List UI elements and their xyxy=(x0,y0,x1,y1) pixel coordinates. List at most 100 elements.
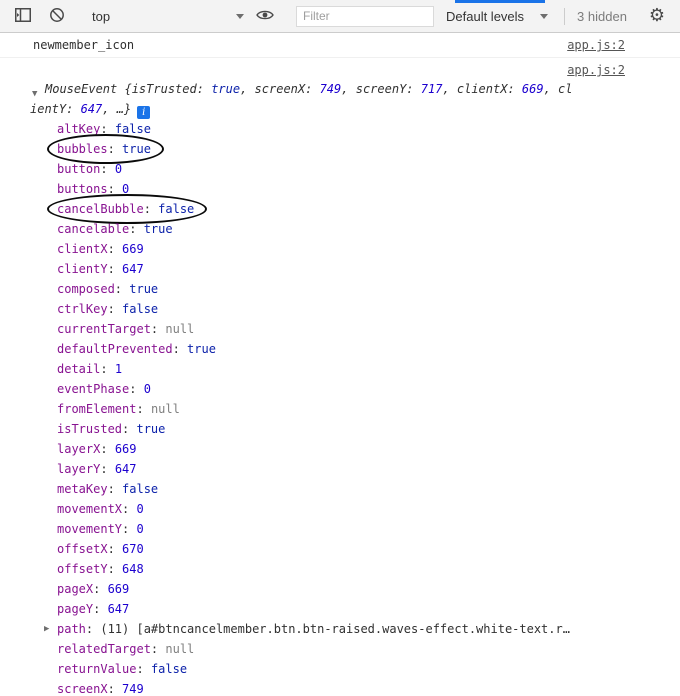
expand-arrow-icon[interactable]: ▶ xyxy=(44,619,49,639)
clear-console-button[interactable] xyxy=(44,3,70,29)
property-separator: : xyxy=(93,582,108,596)
preview-text-part: , cl xyxy=(543,82,573,96)
property-pair: cancelable: true xyxy=(57,219,173,239)
property-value: 669 xyxy=(107,582,130,596)
property-row: ctrlKey: false xyxy=(0,299,680,319)
property-row: bubbles: true xyxy=(0,134,680,164)
settings-gear-button[interactable]: ⚙ xyxy=(644,3,670,29)
preview-parts-line-2: ientY: 647, …} xyxy=(30,102,131,116)
property-name: metaKey xyxy=(57,482,108,496)
property-row: cancelBubble: false xyxy=(0,194,680,224)
property-row: offsetY: 648 xyxy=(0,559,680,579)
property-value: null xyxy=(165,322,195,336)
property-value: true xyxy=(136,422,166,436)
property-row: pageX: 669 xyxy=(0,579,680,599)
property-separator: : xyxy=(107,562,123,576)
console-object-entry: app.js:2 ▼ MouseEvent {isTrusted: true, … xyxy=(0,58,680,696)
property-pair: layerX: 669 xyxy=(57,439,137,459)
property-row: cancelable: true xyxy=(0,219,680,239)
preview-text-part: 647 xyxy=(80,102,103,116)
property-name: screenX xyxy=(57,682,108,696)
property-value: 0 xyxy=(136,502,144,516)
property-value: 647 xyxy=(114,462,137,476)
object-preview-line-2: ientY: 647, …} i xyxy=(0,99,680,119)
property-separator: : xyxy=(107,682,123,696)
property-separator: : xyxy=(114,282,130,296)
context-selector-dropdown[interactable]: top xyxy=(88,4,248,28)
property-value: 0 xyxy=(122,182,130,196)
property-row: altKey: false xyxy=(0,119,680,139)
property-name: defaultPrevented xyxy=(57,342,173,356)
property-separator: : xyxy=(100,442,115,456)
eye-icon xyxy=(256,9,274,24)
property-name: cancelable xyxy=(57,222,130,236)
property-pair: buttons: 0 xyxy=(57,179,129,199)
property-value: 647 xyxy=(107,602,130,616)
property-name: buttons xyxy=(57,182,108,196)
property-value: 669 xyxy=(114,442,137,456)
create-live-expression-button[interactable] xyxy=(252,3,278,29)
filter-input[interactable] xyxy=(296,5,434,27)
source-link[interactable]: app.js:2 xyxy=(567,36,625,54)
property-pair: altKey: false xyxy=(57,119,151,139)
property-row: layerX: 669 xyxy=(0,439,680,459)
log-message-text: newmember_icon xyxy=(33,38,135,52)
property-list: altKey: false bubbles: true button: 0 bu… xyxy=(0,119,680,696)
property-pair: clientY: 647 xyxy=(57,259,144,279)
preview-text-part: {isTrusted: xyxy=(124,82,212,96)
property-separator: : xyxy=(107,182,123,196)
preview-text-part: ientY: xyxy=(30,102,81,116)
property-name: clientX xyxy=(57,242,108,256)
console-sidebar-button[interactable] xyxy=(10,3,36,29)
property-name: detail xyxy=(57,362,101,376)
property-row: clientX: 669 xyxy=(0,239,680,259)
property-name: isTrusted xyxy=(57,422,123,436)
property-row: movementY: 0 xyxy=(0,519,680,539)
property-value: 1 xyxy=(114,362,123,376)
property-row: buttons: 0 xyxy=(0,179,680,199)
clear-console-icon xyxy=(49,7,65,26)
log-levels-label: Default levels xyxy=(446,8,525,24)
property-value: 0 xyxy=(114,162,123,176)
property-name: pageX xyxy=(57,582,94,596)
console-log-entry: newmember_icon app.js:2 xyxy=(0,33,680,58)
property-name: bubbles xyxy=(57,142,108,156)
property-separator: : xyxy=(150,322,166,336)
property-pair: path: (11) [a#btncancelmember.btn.btn-ra… xyxy=(57,619,570,639)
console-sidebar-icon xyxy=(15,7,31,25)
console-messages: newmember_icon app.js:2 app.js:2 ▼ Mouse… xyxy=(0,33,680,696)
active-tab-indicator xyxy=(455,0,545,3)
property-name: eventPhase xyxy=(57,382,130,396)
property-separator: : xyxy=(136,402,151,416)
property-name: path xyxy=(57,622,86,636)
property-row: returnValue: false xyxy=(0,659,680,679)
preview-text-part: , screenX: xyxy=(240,82,320,96)
property-separator: : xyxy=(150,642,166,656)
hidden-messages-label[interactable]: 3 hidden xyxy=(577,9,627,24)
preview-text-part: , …} xyxy=(102,102,132,116)
gear-icon: ⚙ xyxy=(648,5,666,26)
property-separator: : xyxy=(129,382,144,396)
property-separator: : xyxy=(93,602,108,616)
property-pair: defaultPrevented: true xyxy=(57,339,216,359)
property-pair: pageY: 647 xyxy=(57,599,129,619)
preview-text-part: , screenY: xyxy=(341,82,421,96)
property-name: ctrlKey xyxy=(57,302,108,316)
source-link[interactable]: app.js:2 xyxy=(567,63,625,77)
property-name: layerX xyxy=(57,442,101,456)
property-separator: : xyxy=(122,502,137,516)
preview-text-part: true xyxy=(211,82,241,96)
property-pair: bubbles: true xyxy=(47,134,164,164)
chevron-down-icon xyxy=(236,13,244,19)
info-icon: i xyxy=(137,106,151,119)
property-name: clientY xyxy=(57,262,108,276)
property-name: fromElement xyxy=(57,402,137,416)
property-row: layerY: 647 xyxy=(0,459,680,479)
property-value: 0 xyxy=(136,522,144,536)
property-value: false xyxy=(114,122,151,136)
object-preview-line-1[interactable]: ▼ MouseEvent {isTrusted: true, screenX: … xyxy=(0,79,680,99)
property-value: 670 xyxy=(122,542,144,556)
property-value: (11) [a#btncancelmember.btn.btn-raised.w… xyxy=(100,622,570,636)
property-pair: isTrusted: true xyxy=(57,419,165,439)
log-levels-dropdown[interactable]: Default levels xyxy=(442,4,552,28)
